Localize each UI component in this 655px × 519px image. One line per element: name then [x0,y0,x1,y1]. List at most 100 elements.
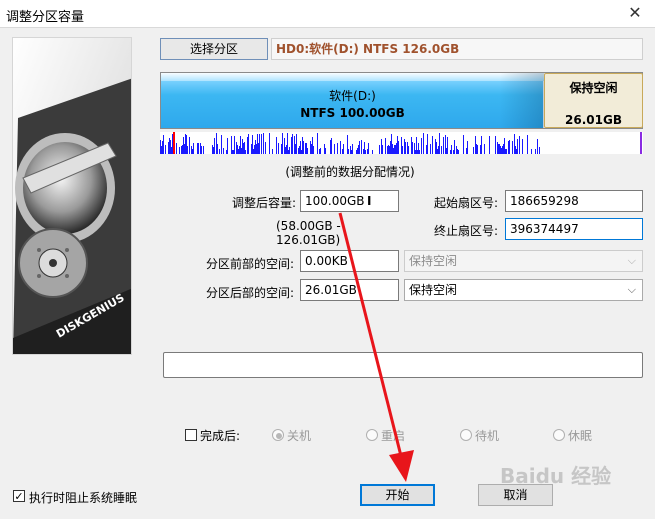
data-block [162,141,163,154]
data-block [311,144,312,154]
data-block [161,146,162,154]
data-block [160,140,161,154]
text-cursor-icon: I [367,194,372,208]
data-block [342,149,343,154]
data-block [181,146,182,154]
data-block [203,146,204,154]
data-block [505,149,506,154]
data-block [233,150,234,154]
data-block [182,145,183,154]
data-block [295,144,296,154]
data-block [394,145,395,154]
data-block [348,149,349,154]
space-before-action-value: 保持空闲 [409,254,458,268]
data-block [227,138,228,154]
data-block [254,145,255,154]
data-block [477,145,478,154]
data-block [389,146,390,154]
chevron-down-icon: ⌵ [627,254,636,267]
space-after-action-select[interactable]: 保持空闲 ⌵ [404,279,643,301]
radio-restart[interactable] [366,429,378,441]
space-before-action-select: 保持空闲 ⌵ [404,250,643,272]
data-block [498,144,499,154]
data-block [219,149,220,154]
data-block [305,143,306,154]
data-block [350,146,351,154]
option-restart-label: 重启 [381,429,406,443]
data-block [517,139,518,154]
data-block [359,141,360,154]
partition-main-label: 软件(D:) NTFS 100.00GB [161,88,544,122]
data-block [361,140,362,154]
radio-shutdown[interactable] [272,429,284,441]
data-block [276,137,277,154]
radio-hibernate[interactable] [553,429,565,441]
start-sector-input[interactable]: 186659298 [505,190,643,212]
data-block [356,150,357,154]
data-block [438,146,439,154]
data-block [347,135,348,154]
radio-standby[interactable] [460,429,472,441]
data-block [388,145,389,154]
data-marker [173,132,175,154]
new-size-input[interactable]: 100.00GB I [300,190,399,212]
data-block [446,148,447,154]
data-block [251,144,252,154]
data-block [537,139,538,154]
data-block [317,133,318,154]
data-block [476,144,477,154]
data-block [234,136,235,154]
data-block [238,149,239,154]
space-before-input[interactable]: 0.00KB [300,250,399,272]
data-block [495,136,496,154]
data-block [179,147,180,154]
data-block [401,137,402,154]
data-block [450,150,451,154]
end-sector-input[interactable]: 396374497 [505,218,643,240]
data-block [421,138,422,154]
data-block [292,134,293,154]
data-block [489,136,490,154]
data-block [288,150,289,154]
option-hibernate-label: 休眠 [568,429,593,443]
data-block [508,141,509,154]
data-block [514,134,515,154]
data-block [416,137,417,154]
data-block [408,146,409,154]
data-block [168,142,169,154]
disk-info: HD0:软件(D:) NTFS 126.0GB [271,38,643,60]
data-block [265,142,266,154]
data-block [241,148,242,154]
close-button[interactable]: ✕ [622,2,648,24]
data-block [502,146,503,154]
data-block [357,148,358,154]
start-button[interactable]: 开始 [360,484,435,506]
data-block [216,133,217,154]
data-block [189,137,190,154]
data-block [257,134,258,154]
data-block [437,149,438,154]
data-block [193,143,194,154]
data-block [291,137,292,154]
data-block [299,146,300,154]
data-block [484,144,485,154]
free-space-size: 26.01GB [565,113,622,127]
data-block [269,133,270,154]
prevent-sleep-label: 执行时阻止系统睡眠 [29,491,138,505]
space-after-input[interactable]: 26.01GB [300,279,399,301]
partition-main-detail: NTFS 100.00GB [300,106,405,120]
select-partition-button[interactable]: 选择分区 [160,38,268,60]
prevent-sleep-checkbox[interactable]: ✓ [13,490,25,502]
data-block [379,145,380,154]
data-block [191,146,192,154]
data-block [423,133,424,154]
data-block [411,137,412,154]
data-block [457,149,458,154]
data-block [244,142,245,154]
window-title: 调整分区容量 [6,10,85,25]
data-block [171,147,172,154]
data-block [430,144,431,154]
data-block [473,147,474,154]
after-completion-checkbox[interactable] [185,429,197,441]
data-block [331,138,332,154]
